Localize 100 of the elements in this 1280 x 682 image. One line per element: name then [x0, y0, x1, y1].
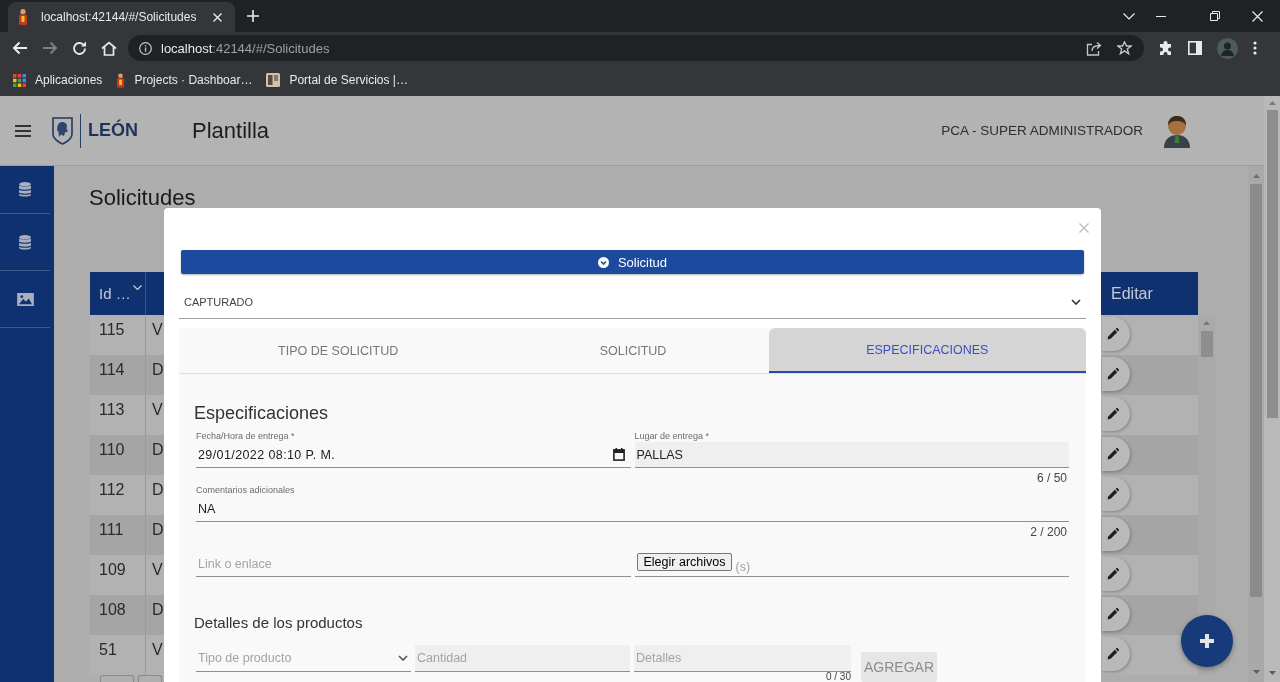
reload-icon[interactable] — [72, 40, 87, 56]
table-cell: D — [146, 475, 164, 515]
quantity-field[interactable]: Cantidad — [415, 645, 630, 672]
restore-icon[interactable] — [1210, 11, 1220, 21]
chevron-circle-icon — [597, 256, 609, 268]
scrollbar-thumb[interactable] — [1200, 331, 1213, 357]
table-cell: 113 — [90, 395, 146, 435]
table-cell: 112 — [90, 475, 146, 515]
pencil-icon — [1107, 368, 1119, 380]
column-header — [146, 272, 164, 315]
table-cell: D — [146, 355, 164, 395]
section-title: Detalles de los productos — [194, 613, 363, 633]
back-arrow-icon[interactable] — [12, 41, 28, 55]
status-select[interactable]: CAPTURADO — [179, 286, 1086, 319]
tab[interactable]: TIPO DE SOLICITUD — [179, 328, 498, 373]
product-type-select[interactable]: Tipo de producto — [196, 645, 411, 672]
table-cell: 115 — [90, 315, 146, 355]
plus-icon — [1200, 634, 1214, 648]
scrollbar[interactable] — [1248, 166, 1264, 682]
shield-icon — [52, 116, 73, 145]
details-field[interactable]: Detalles — [634, 645, 851, 672]
field-label: Lugar de entrega * — [634, 430, 710, 442]
link-field[interactable]: Link o enlace — [196, 551, 631, 577]
tab[interactable]: ESPECIFICACIONES — [768, 328, 1086, 373]
pencil-icon — [1107, 608, 1119, 620]
app-title: Plantilla — [192, 117, 270, 144]
database-icon[interactable] — [19, 182, 31, 197]
scrollbar-thumb[interactable] — [1266, 110, 1278, 418]
character-counter: 6 / 50 — [1036, 472, 1067, 484]
table-cell: V — [146, 315, 164, 355]
table-cell: 110 — [90, 435, 146, 475]
text-field[interactable]: NA — [196, 496, 1069, 522]
table-cell: V — [146, 555, 164, 595]
home-icon[interactable] — [101, 40, 117, 56]
table-cell: 109 — [90, 555, 146, 595]
table-cell: D — [146, 595, 164, 635]
table-cell: 108 — [90, 595, 146, 635]
section-banner[interactable]: Solicitud — [181, 250, 1084, 274]
browser-tab[interactable]: localhost:42144/#/Solicitudes — [8, 2, 235, 32]
pencil-icon — [1107, 408, 1119, 420]
chevron-down-icon[interactable] — [132, 285, 142, 290]
edit-button[interactable] — [1102, 557, 1130, 591]
bookmark-item[interactable]: Portal de Servicios |… — [259, 69, 415, 91]
edit-button[interactable] — [1102, 637, 1130, 671]
star-icon[interactable] — [1117, 41, 1132, 55]
share-icon[interactable] — [1086, 40, 1102, 56]
minimize-icon[interactable] — [1156, 15, 1166, 17]
tile-icon — [266, 73, 281, 87]
avatar-icon[interactable] — [1162, 113, 1192, 148]
pencil-icon — [1107, 448, 1119, 460]
chevron-down-icon[interactable] — [1123, 12, 1135, 20]
edit-button[interactable] — [1102, 597, 1130, 631]
character-counter: 2 / 200 — [1030, 526, 1067, 538]
scrollbar[interactable] — [1264, 96, 1280, 682]
bookmark-item[interactable]: Projects · Dashboar… — [109, 68, 260, 92]
apps-grid-icon — [13, 73, 26, 87]
calendar-icon[interactable] — [612, 448, 625, 461]
edit-button[interactable] — [1102, 397, 1130, 431]
info-icon[interactable] — [139, 41, 152, 55]
section-title: Especificaciones — [194, 402, 329, 425]
file-button[interactable]: Elegir archivos — [636, 553, 733, 571]
edit-button[interactable] — [1102, 317, 1130, 351]
figure-icon — [116, 72, 126, 88]
edit-button[interactable] — [1102, 357, 1130, 391]
pencil-icon — [1107, 648, 1119, 660]
table-cell: V — [146, 395, 164, 435]
forward-arrow-icon[interactable] — [42, 41, 58, 55]
tab[interactable]: SOLICITUD — [497, 328, 769, 373]
edit-button[interactable] — [1102, 437, 1130, 471]
database-icon[interactable] — [19, 234, 31, 250]
side-panel-icon[interactable] — [1188, 41, 1202, 55]
plus-icon[interactable] — [247, 10, 259, 22]
pencil-icon — [1107, 568, 1119, 580]
address-bar[interactable]: localhost:42144/#/Solicitudes — [128, 35, 1144, 61]
page-title: Solicitudes — [89, 186, 196, 210]
chevron-down-icon — [398, 655, 408, 661]
pencil-icon — [1107, 328, 1119, 340]
field-label: Comentarios adicionales — [196, 484, 295, 496]
field-label: Fecha/Hora de entrega * — [196, 430, 295, 442]
bookmark-item[interactable]: Aplicaciones — [6, 69, 110, 91]
table-cell: V — [146, 635, 164, 675]
column-header[interactable]: Id … — [90, 272, 146, 315]
chevron-down-icon — [1071, 299, 1081, 305]
character-counter: 0 / 30 — [825, 672, 851, 682]
puzzle-icon[interactable] — [1159, 41, 1173, 55]
edit-button[interactable] — [1102, 477, 1130, 511]
pencil-icon — [1107, 488, 1119, 500]
scrollbar-thumb[interactable] — [1250, 184, 1262, 597]
menu-icon[interactable] — [15, 124, 31, 137]
table-cell: D — [146, 515, 164, 555]
date-field[interactable]: 29/01/2022 08:10 P. M. — [196, 442, 631, 468]
text-field[interactable]: PALLAS — [634, 442, 1069, 468]
table-cell: 51 — [90, 635, 146, 675]
more-icon[interactable] — [1253, 41, 1257, 55]
image-icon[interactable] — [16, 292, 34, 306]
table-cell: D — [146, 435, 164, 475]
pencil-icon — [1107, 528, 1119, 540]
edit-button[interactable] — [1102, 517, 1130, 551]
table-cell: 111 — [90, 515, 146, 555]
table-cell: 114 — [90, 355, 146, 395]
